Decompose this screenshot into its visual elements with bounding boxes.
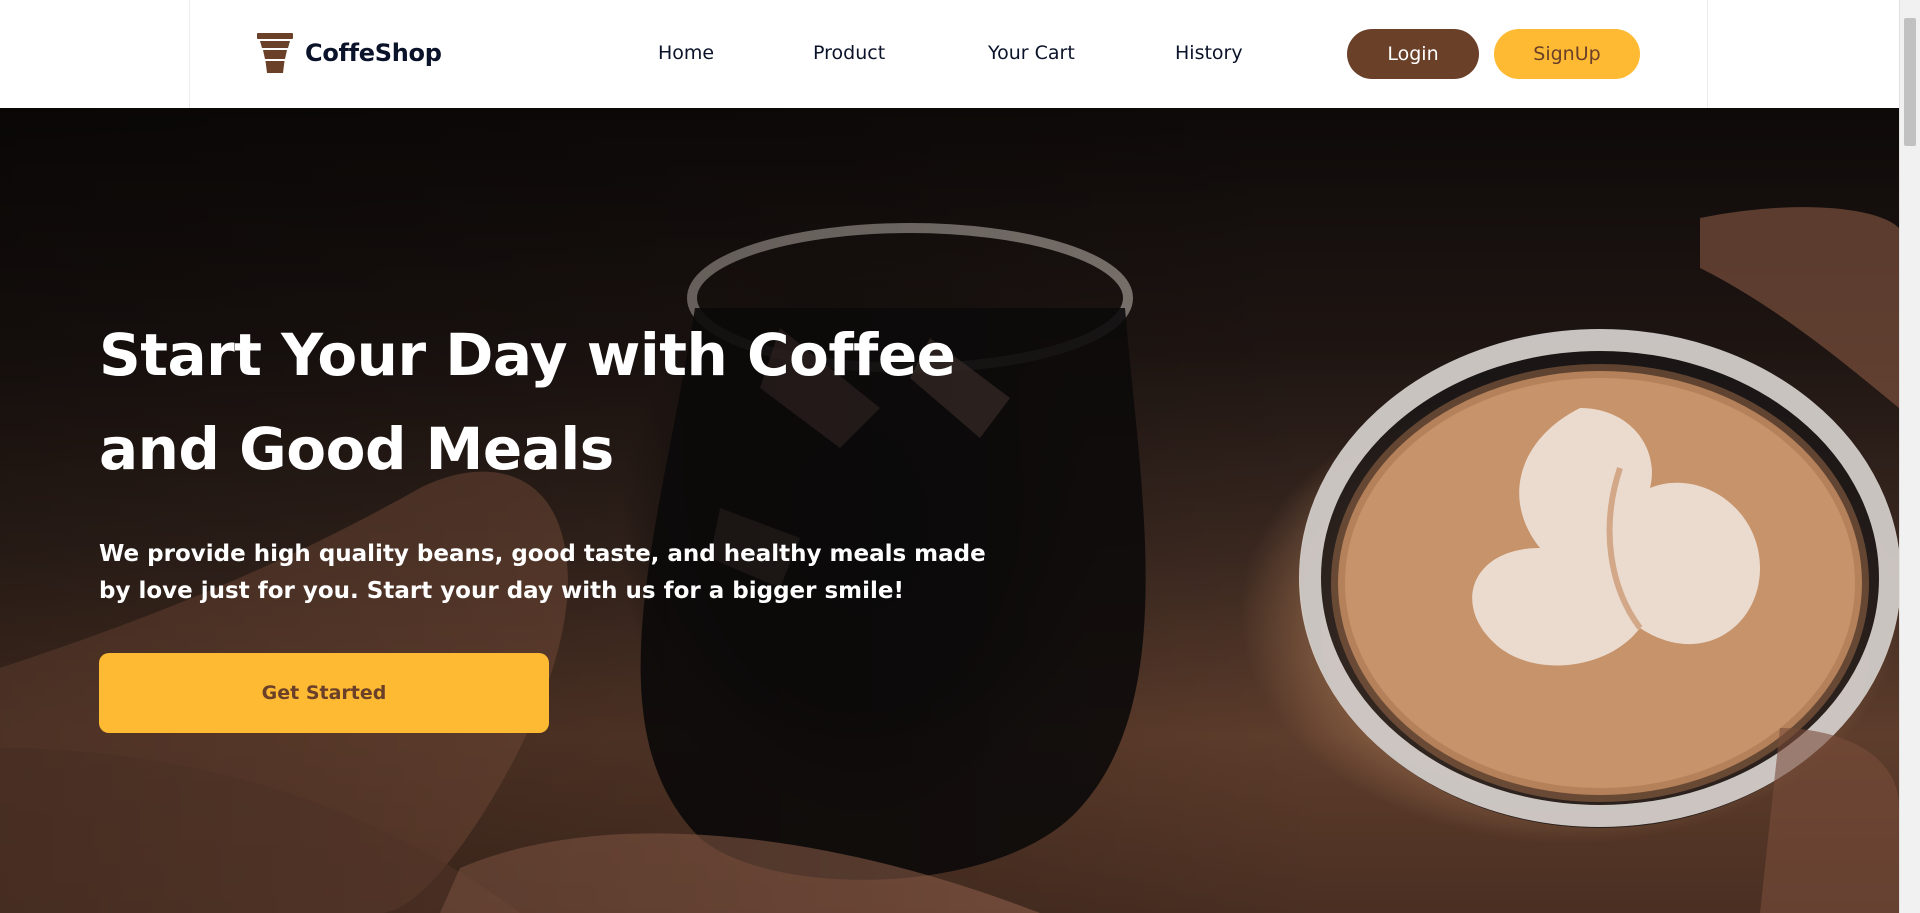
nav-link-history[interactable]: History — [1175, 42, 1243, 64]
get-started-button[interactable]: Get Started — [99, 653, 549, 733]
nav-link-product[interactable]: Product — [813, 42, 885, 64]
hero-section: Start Your Day with Coffee and Good Meal… — [0, 108, 1899, 913]
brand[interactable]: CoffeShop — [255, 30, 442, 76]
brand-name: CoffeShop — [305, 39, 442, 67]
page-viewport: CoffeShop Home Product Your Cart History… — [0, 0, 1899, 913]
login-button[interactable]: Login — [1347, 29, 1479, 79]
coffee-cup-icon — [257, 33, 293, 73]
signup-button[interactable]: SignUp — [1494, 29, 1640, 79]
hero-overlay — [0, 108, 1899, 913]
navbar: CoffeShop Home Product Your Cart History… — [0, 0, 1899, 108]
navbar-container: CoffeShop Home Product Your Cart History… — [189, 0, 1708, 108]
scrollbar-thumb[interactable] — [1904, 18, 1916, 146]
vertical-scrollbar[interactable] — [1899, 0, 1920, 913]
hero-title: Start Your Day with Coffee and Good Meal… — [99, 321, 956, 483]
nav-link-your-cart[interactable]: Your Cart — [988, 42, 1075, 64]
nav-link-home[interactable]: Home — [658, 42, 714, 64]
hero-subtitle: We provide high quality beans, good tast… — [99, 541, 986, 604]
